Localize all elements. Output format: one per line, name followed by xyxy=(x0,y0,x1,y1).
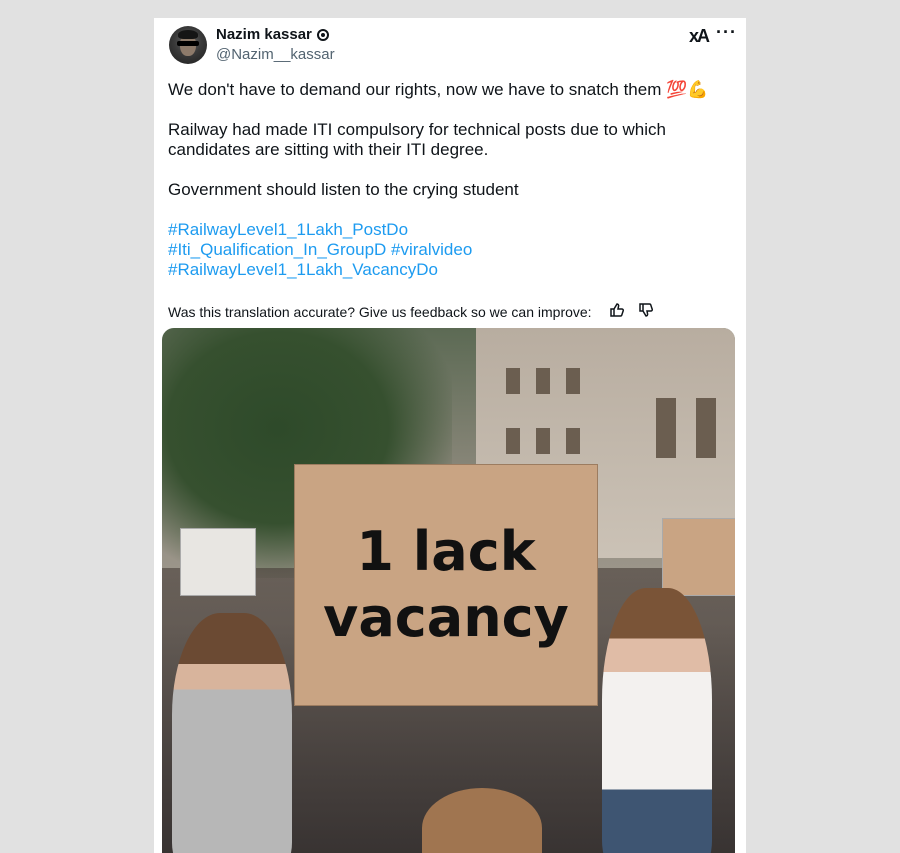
hashtag-link[interactable]: #RailwayLevel1_1Lakh_PostDo xyxy=(168,220,408,240)
post-line-2a: Railway had made ITI compulsory for tech… xyxy=(168,120,666,139)
verified-badge-icon xyxy=(316,28,329,41)
translation-feedback-prompt: Was this translation accurate? Give us f… xyxy=(168,304,592,320)
post-line-2b: candidates are sitting with their ITI de… xyxy=(168,140,489,159)
building-window xyxy=(566,368,580,394)
protester-left xyxy=(172,613,292,853)
background-sign xyxy=(662,518,735,596)
building-window xyxy=(536,428,550,454)
post-image[interactable]: 1 lack vacancy xyxy=(162,328,735,853)
avatar-hair xyxy=(178,30,198,39)
protester-right xyxy=(602,588,712,853)
thumbs-down-icon[interactable] xyxy=(638,302,654,318)
tweet-card: Nazim kassar @Nazim__kassar xA ··· We do… xyxy=(154,18,746,853)
building-window xyxy=(506,428,520,454)
display-name[interactable]: Nazim kassar xyxy=(216,26,312,43)
building-window xyxy=(536,368,550,394)
post-line-3: Government should listen to the crying s… xyxy=(168,180,519,199)
grok-icon[interactable]: xA xyxy=(689,26,710,47)
author-handle[interactable]: @Nazim__kassar xyxy=(216,46,335,63)
author-name-row[interactable]: Nazim kassar xyxy=(216,26,329,43)
more-options-icon[interactable]: ··· xyxy=(716,22,737,43)
avatar-glasses xyxy=(177,41,199,46)
post-line-1: We don't have to demand our rights, now … xyxy=(168,80,709,99)
hashtag-link[interactable]: #Iti_Qualification_In_GroupD xyxy=(168,240,386,259)
building-window xyxy=(656,398,676,458)
building-window xyxy=(506,368,520,394)
background-sign xyxy=(180,528,256,596)
avatar[interactable] xyxy=(169,26,207,64)
hashtag-row: #Iti_Qualification_In_GroupD #viralvideo xyxy=(168,240,472,260)
sign-text-line-2: vacancy xyxy=(323,586,569,649)
hashtag-link[interactable]: #RailwayLevel1_1Lakh_VacancyDo xyxy=(168,260,438,280)
thumbs-up-icon[interactable] xyxy=(609,302,625,318)
building-window xyxy=(566,428,580,454)
sign-text-line-1: 1 lack xyxy=(356,520,536,583)
building-window xyxy=(696,398,716,458)
hashtag-link[interactable]: #viralvideo xyxy=(391,240,472,259)
protest-sign: 1 lack vacancy xyxy=(294,464,598,706)
